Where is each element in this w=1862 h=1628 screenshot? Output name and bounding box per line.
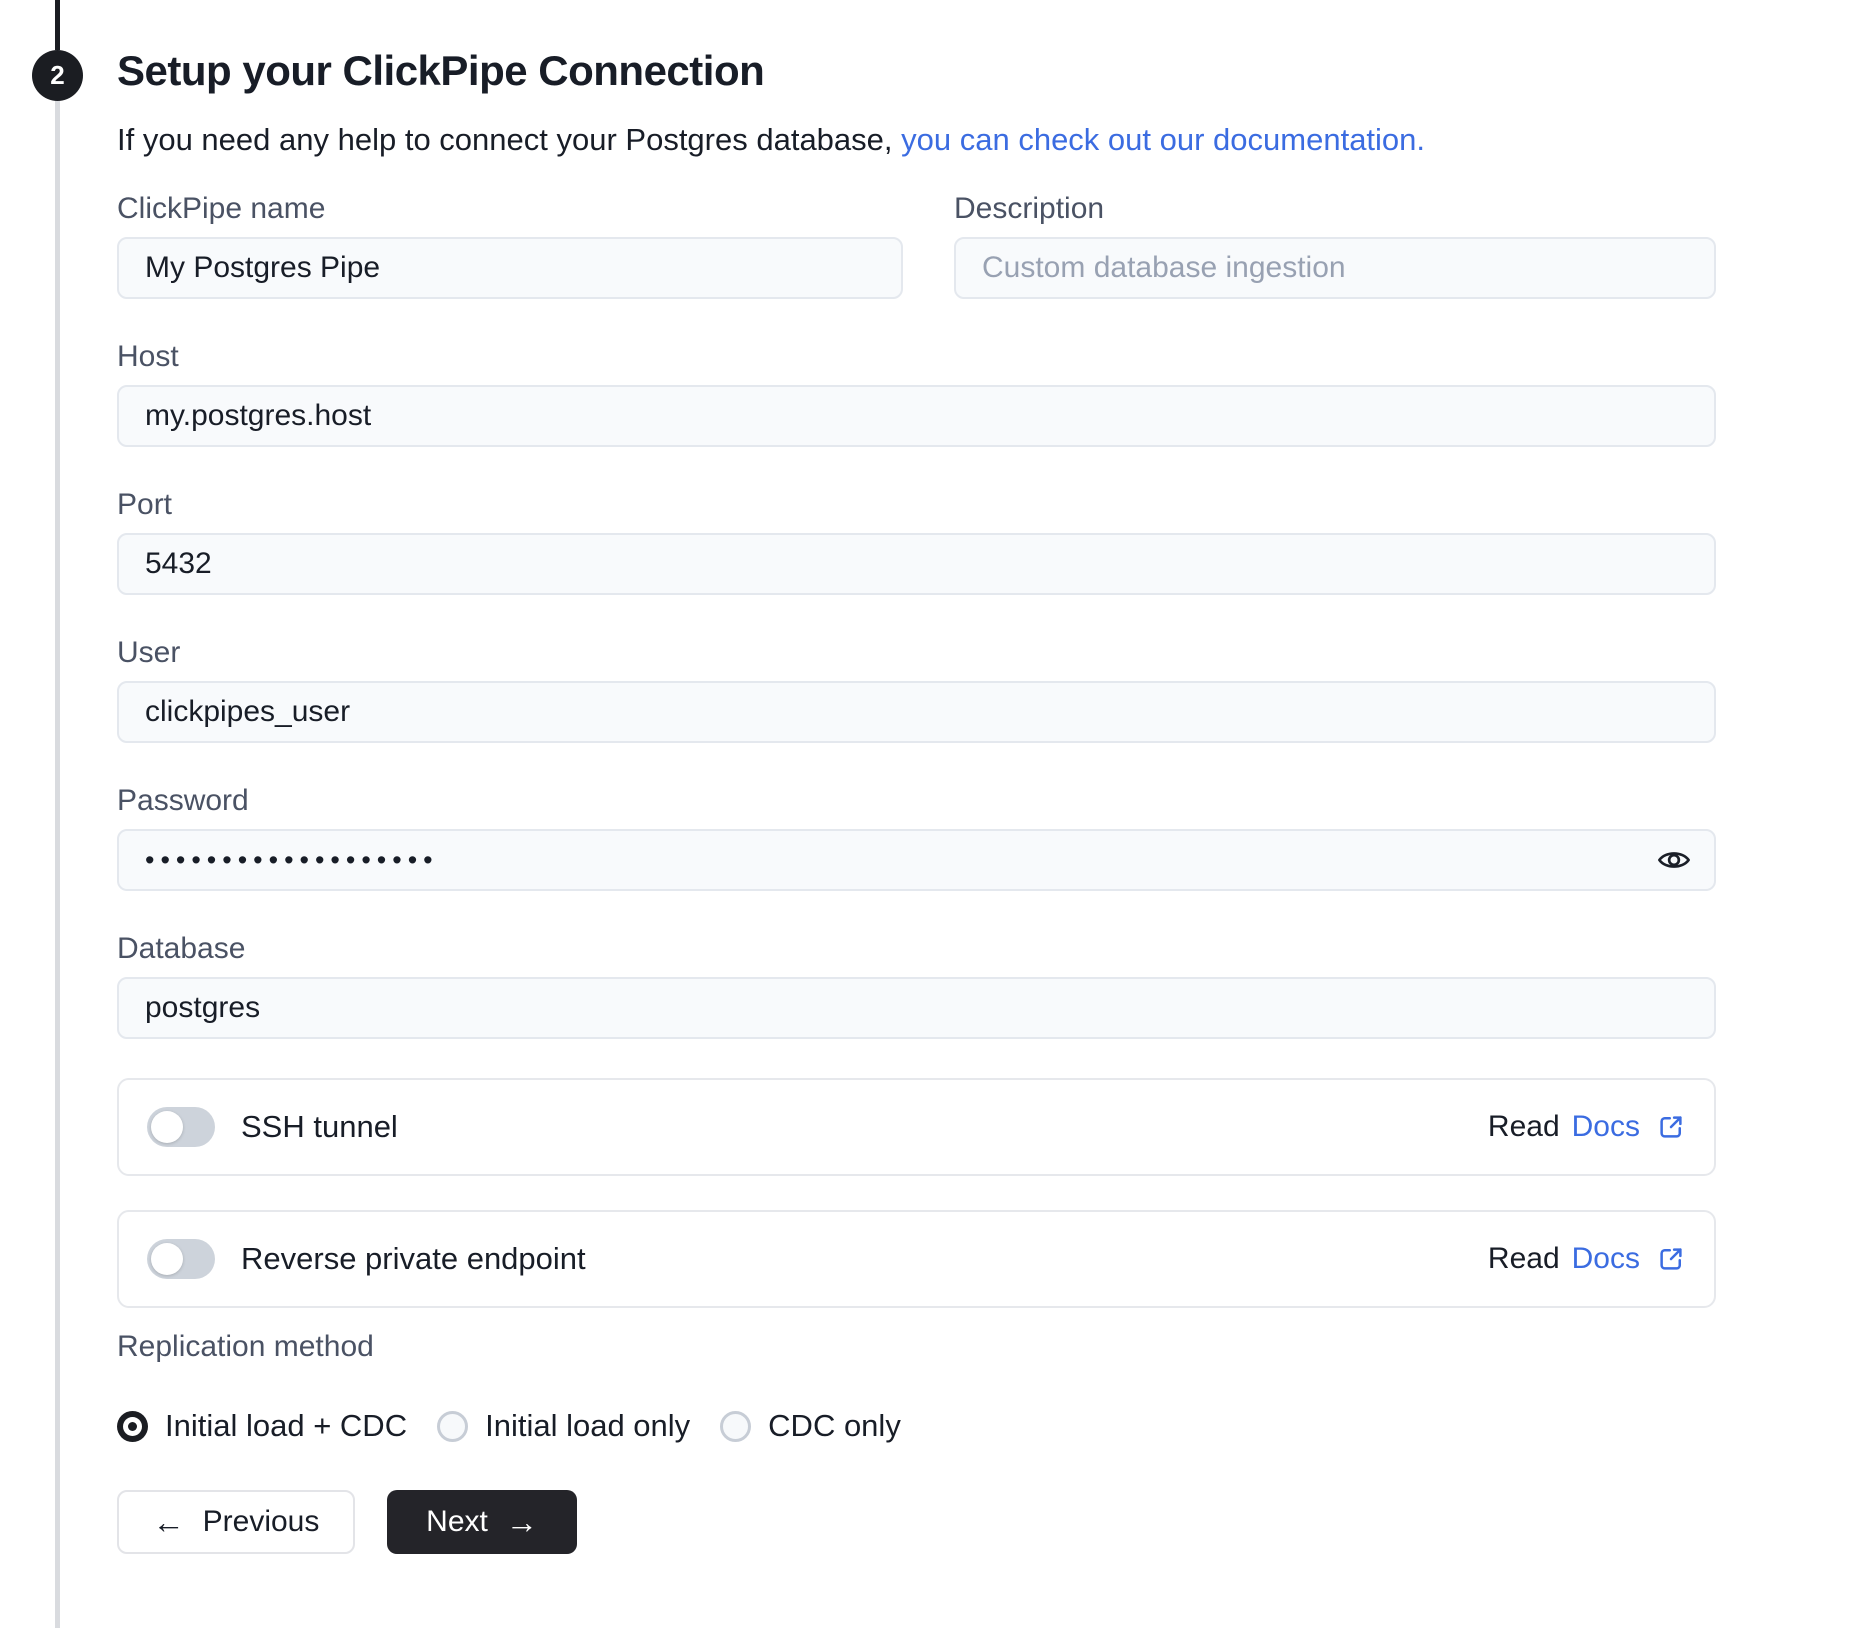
arrow-right-icon: → (505, 1504, 538, 1540)
rpe-docs-link[interactable]: Docs (1572, 1242, 1640, 1276)
port-label: Port (117, 488, 173, 521)
clickpipe-name-input[interactable] (117, 237, 903, 299)
host-field: Host (117, 340, 1716, 447)
documentation-link[interactable]: you can check out our documentation. (901, 122, 1425, 157)
port-field: Port (117, 488, 1716, 595)
clickpipe-name-label: ClickPipe name (117, 192, 326, 225)
next-button-label: Next (426, 1505, 488, 1538)
clickpipe-name-field: ClickPipe name (117, 192, 903, 299)
description-label: Description (954, 192, 1105, 225)
password-input-wrapper (117, 829, 1716, 891)
step-content: Setup your ClickPipe Connection If you n… (117, 0, 1716, 1554)
read-text: Read (1487, 1242, 1560, 1275)
password-field: Password (117, 784, 1716, 891)
password-visibility-toggle[interactable] (1652, 838, 1696, 882)
progress-rail-active-segment (55, 0, 60, 50)
arrow-left-icon: ← (152, 1504, 185, 1540)
ssh-docs-link[interactable]: Docs (1572, 1110, 1640, 1144)
ssh-tunnel-toggle[interactable] (147, 1107, 215, 1147)
ssh-tunnel-card: SSH tunnel Read Docs (117, 1078, 1716, 1176)
radio-unselected-icon[interactable] (720, 1410, 752, 1442)
step-number: 2 (50, 60, 65, 90)
name-description-row: ClickPipe name Description (117, 192, 1716, 299)
previous-button[interactable]: ← Previous (117, 1490, 355, 1554)
password-label: Password (117, 784, 249, 817)
radio-option-initial-load-only[interactable]: Initial load only (437, 1408, 690, 1444)
radio-label: CDC only (768, 1408, 901, 1443)
reverse-private-endpoint-card: Reverse private endpoint Read Docs (117, 1210, 1716, 1308)
progress-rail (55, 0, 60, 1628)
radio-label: Initial load only (485, 1408, 691, 1443)
page-title: Setup your ClickPipe Connection (117, 47, 765, 94)
read-text: Read (1487, 1110, 1560, 1143)
radio-unselected-icon[interactable] (437, 1410, 469, 1442)
radio-selected-icon[interactable] (117, 1410, 148, 1442)
database-field: Database (117, 932, 1716, 1039)
radio-option-cdc-only[interactable]: CDC only (720, 1408, 901, 1444)
password-input[interactable] (117, 829, 1716, 891)
replication-method-label: Replication method (117, 1330, 374, 1363)
reverse-private-endpoint-docs: Read Docs (1488, 1242, 1686, 1276)
reverse-private-endpoint-label: Reverse private endpoint (241, 1241, 586, 1276)
radio-option-initial-load-cdc[interactable]: Initial load + CDC (117, 1408, 407, 1444)
intro-text: If you need any help to connect your Pos… (117, 122, 1716, 158)
database-input[interactable] (117, 977, 1716, 1039)
user-field: User (117, 636, 1716, 743)
next-button[interactable]: Next → (387, 1490, 577, 1554)
wizard-navigation: ← Previous Next → (117, 1490, 1716, 1554)
ssh-tunnel-left: SSH tunnel (147, 1107, 398, 1147)
description-field: Description (954, 192, 1716, 299)
eye-icon (1656, 842, 1692, 878)
database-label: Database (117, 932, 246, 965)
ssh-tunnel-docs: Read Docs (1488, 1110, 1686, 1144)
user-input[interactable] (117, 681, 1716, 743)
reverse-private-endpoint-toggle[interactable] (147, 1239, 215, 1279)
intro-plain-text: If you need any help to connect your Pos… (117, 122, 902, 157)
external-link-icon[interactable] (1656, 1112, 1686, 1142)
previous-button-label: Previous (202, 1505, 320, 1538)
user-label: User (117, 636, 181, 669)
ssh-tunnel-label: SSH tunnel (241, 1109, 398, 1144)
reverse-private-endpoint-left: Reverse private endpoint (147, 1239, 586, 1279)
description-input[interactable] (954, 237, 1716, 299)
external-link-icon[interactable] (1656, 1244, 1686, 1274)
host-label: Host (117, 340, 179, 373)
port-input[interactable] (117, 533, 1716, 595)
replication-method-options: Initial load + CDC Initial load only CDC… (117, 1408, 1716, 1444)
step-number-badge: 2 (32, 50, 83, 101)
host-input[interactable] (117, 385, 1716, 447)
radio-label: Initial load + CDC (165, 1408, 408, 1443)
